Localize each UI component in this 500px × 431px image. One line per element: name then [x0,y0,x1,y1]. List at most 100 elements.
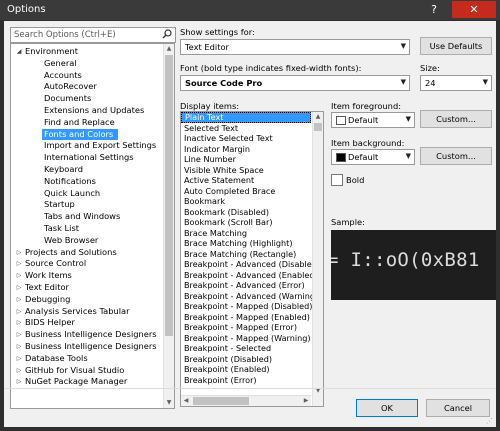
expand-icon[interactable]: ▷ [15,341,23,353]
expand-icon[interactable]: ▷ [15,258,23,270]
tree-item[interactable]: Startup [11,199,161,211]
scroll-right-icon[interactable]: ▶ [301,396,311,406]
tree-item[interactable]: AutoRecover [11,81,161,93]
bold-checkbox[interactable] [331,174,343,186]
display-item[interactable]: Breakpoint - Mapped (Disabled) [181,301,312,312]
display-item[interactable]: Breakpoint - Advanced (Error) [181,280,311,291]
tree-item[interactable]: ▷ Text Editor [11,282,161,294]
close-button[interactable]: ✕ [452,1,496,18]
items-scroll-thumb[interactable] [314,123,322,131]
expand-icon[interactable]: ▷ [15,365,23,377]
ok-button[interactable]: OK [356,399,418,417]
tree-item[interactable]: Accounts [11,70,161,82]
tree-item[interactable]: Web Browser [11,235,161,247]
tree-item[interactable]: ▷ Projects and Solutions [11,247,161,259]
display-item[interactable]: Brace Matching (Rectangle) [181,249,311,260]
search-icon[interactable] [162,29,172,39]
tree-item[interactable]: Import and Export Settings [11,140,161,152]
display-item[interactable]: Indicator Margin [181,144,311,155]
tree-item[interactable]: Task List [11,223,161,235]
display-items-list[interactable]: Plain Text Selected Text Inactive Selected… [180,111,324,407]
tree-item[interactable]: ▷ NuGet Package Manager [11,376,161,388]
items-hscrollbar[interactable]: ◀ ▶ [181,395,311,406]
use-defaults-button[interactable]: Use Defaults [420,37,492,55]
expand-icon[interactable]: ▷ [15,270,23,282]
display-item[interactable]: Bookmark (Disabled) [181,207,311,218]
items-vscrollbar[interactable]: ▲ ▼ [312,112,323,406]
tree-item[interactable]: ▷ GitHub for Visual Studio [11,365,161,377]
scroll-down-icon[interactable]: ▼ [164,398,174,408]
tree-item[interactable]: ◢ Environment [11,46,161,58]
expand-icon[interactable]: ▷ [15,329,23,341]
display-item[interactable]: Breakpoint - Mapped (Error) [181,322,311,333]
display-item[interactable]: Brace Matching [181,228,311,239]
tree-scrollbar[interactable]: ▲ ▼ [163,44,174,408]
item-foreground-value: Default [348,115,379,125]
background-custom-button[interactable]: Custom... [420,147,492,165]
expand-icon[interactable]: ▷ [15,306,23,318]
tree-item[interactable]: Fonts and Colors [11,128,161,141]
options-tree[interactable]: ◢ Environment General Accounts AutoRecover Do… [10,43,175,409]
expand-icon[interactable]: ▷ [15,282,23,294]
tree-item[interactable]: ▷ Source Control [11,258,161,270]
display-item[interactable]: Breakpoint - Selected [181,343,311,354]
tree-item[interactable]: Extensions and Updates [11,105,161,117]
display-item[interactable]: Plain Text [181,112,311,123]
tree-item[interactable]: General [11,58,161,70]
tree-item[interactable]: Tabs and Windows [11,211,161,223]
tree-item[interactable]: ▷ Analysis Services Tabular [11,306,161,318]
scroll-up-icon[interactable]: ▲ [164,44,174,54]
display-item[interactable]: Breakpoint - Advanced (Enabled) [181,270,318,281]
display-item[interactable]: Breakpoint - Mapped (Warning) [181,333,311,344]
display-item[interactable]: Bookmark (Scroll Bar) [181,217,311,228]
display-item[interactable]: Breakpoint (Disabled) [181,354,311,365]
tree-item[interactable]: Find and Replace [11,117,161,129]
display-item[interactable]: Auto Completed Brace [181,186,311,197]
tree-item[interactable]: ▷ Database Tools [11,353,161,365]
display-item[interactable]: Selected Text [181,123,311,134]
foreground-custom-button[interactable]: Custom... [420,110,492,128]
tree-item[interactable]: ▷ Work Items [11,270,161,282]
items-hscroll-thumb[interactable] [193,397,249,405]
tree-item[interactable]: ▷ BIDS Helper [11,317,161,329]
expand-icon[interactable]: ▷ [15,317,23,329]
item-foreground-select[interactable]: Default ▼ [331,112,415,128]
scroll-left-icon[interactable]: ◀ [181,396,191,406]
display-item[interactable]: Breakpoint - Advanced (Disabled) [181,259,320,270]
expand-icon[interactable]: ▷ [15,247,23,259]
size-select[interactable]: 24 ▼ [420,75,492,91]
tree-item[interactable]: International Settings [11,152,161,164]
display-item[interactable]: Breakpoint - Advanced (Warning) [181,291,318,302]
collapse-icon[interactable]: ◢ [15,46,23,58]
tree-item[interactable]: Notifications [11,176,161,188]
display-item[interactable]: Brace Matching (Highlight) [181,238,311,249]
tree-item[interactable]: Keyboard [11,164,161,176]
tree-item-label: Debugging [25,293,71,304]
item-background-select[interactable]: Default ▼ [331,149,415,165]
tree-item[interactable]: Quick Launch [11,188,161,200]
show-settings-select[interactable]: Text Editor ▼ [180,39,410,55]
tree-item[interactable]: ▷ Business Intelligence Designers [11,329,161,341]
display-item[interactable]: Inactive Selected Text [181,133,311,144]
display-item[interactable]: Line Number [181,154,311,165]
display-item[interactable]: Breakpoint - Mapped (Enabled) [181,312,311,323]
scroll-up-icon[interactable]: ▲ [313,112,323,122]
expand-icon[interactable]: ▷ [15,294,23,306]
expand-icon[interactable]: ▷ [15,376,23,388]
font-select[interactable]: Source Code Pro ▼ [180,75,410,91]
tree-item[interactable]: ▷ Business Intelligence Designers [11,341,161,353]
tree-item[interactable]: Documents [11,93,161,105]
search-input[interactable]: Search Options (Ctrl+E) [10,27,176,43]
help-button[interactable]: ? [420,1,448,18]
expand-icon[interactable]: ▷ [15,353,23,365]
resize-grip-icon[interactable]: ⋰ [486,417,494,425]
display-item[interactable]: Breakpoint (Error) [181,375,311,386]
tree-scroll-thumb[interactable] [165,55,173,336]
title-bar[interactable]: Options ? ✕ [0,0,500,20]
display-item[interactable]: Visible White Space [181,165,311,176]
display-item[interactable]: Bookmark [181,196,311,207]
tree-item[interactable]: ▷ Debugging [11,294,161,306]
display-item[interactable]: Breakpoint (Enabled) [181,364,311,375]
display-item[interactable]: Active Statement [181,175,311,186]
cancel-button[interactable]: Cancel [426,399,490,417]
